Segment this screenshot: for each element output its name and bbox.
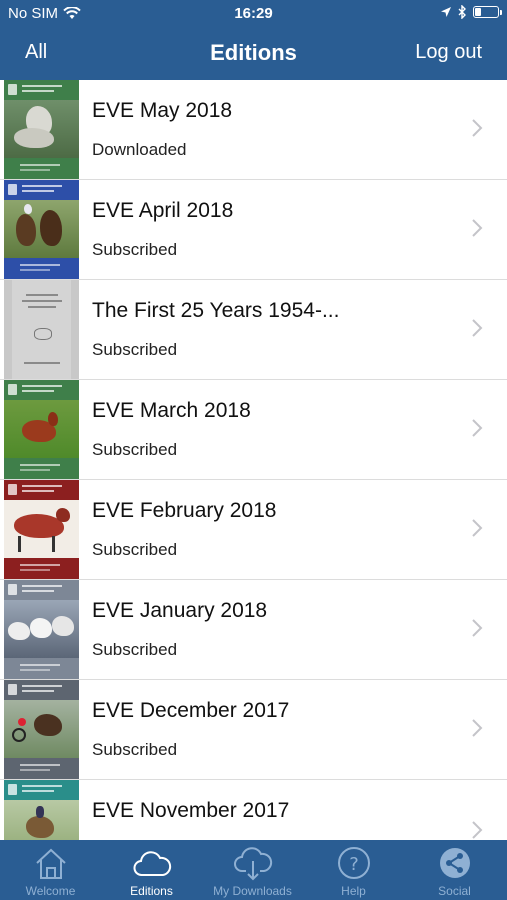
cover-thumbnail (4, 580, 79, 679)
nav-bar: All Editions Log out (0, 28, 507, 80)
edition-row[interactable]: EVE March 2018 Subscribed (0, 380, 507, 480)
edition-title: The First 25 Years 1954-... (92, 299, 340, 322)
edition-status: Downloaded (92, 140, 187, 159)
status-bar: No SIM 16:29 (0, 0, 507, 28)
edition-status: Subscribed (92, 440, 178, 459)
edition-row[interactable]: EVE April 2018 Subscribed (0, 180, 507, 280)
edition-title: EVE February 2018 (92, 499, 277, 522)
bluetooth-icon (458, 5, 466, 19)
help-icon: ? (337, 847, 370, 879)
chevron-right-icon (472, 419, 483, 437)
cover-thumbnail (4, 380, 79, 479)
cover-thumbnail (4, 680, 79, 779)
chevron-right-icon (472, 519, 483, 537)
edition-title: EVE March 2018 (92, 399, 251, 422)
edition-row[interactable]: EVE November 2017 (0, 780, 507, 840)
logout-button[interactable]: Log out (415, 41, 482, 64)
edition-status: Subscribed (92, 540, 178, 559)
edition-title: EVE November 2017 (92, 799, 290, 822)
edition-status: Subscribed (92, 640, 178, 659)
tab-my-downloads[interactable]: My Downloads (202, 840, 303, 900)
tab-bar: Welcome Editions My Downloads ? Help Soc… (0, 840, 507, 900)
chevron-right-icon (472, 719, 483, 737)
edition-title: EVE January 2018 (92, 599, 268, 622)
status-time: 16:29 (234, 5, 273, 22)
tab-label: Social (438, 884, 471, 898)
edition-row[interactable]: EVE February 2018 Subscribed (0, 480, 507, 580)
tab-social[interactable]: Social (404, 840, 505, 900)
edition-title: EVE May 2018 (92, 99, 233, 122)
edition-row[interactable]: EVE December 2017 Subscribed (0, 680, 507, 780)
editions-list[interactable]: EVE May 2018 Downloaded EVE April 2018 S… (0, 80, 507, 840)
tab-label: Help (341, 884, 366, 898)
edition-status: Subscribed (92, 340, 178, 359)
cover-thumbnail (4, 280, 79, 379)
cloud-download-icon (233, 847, 272, 881)
chevron-right-icon (472, 821, 483, 839)
tab-label: My Downloads (213, 884, 292, 898)
edition-row[interactable]: EVE January 2018 Subscribed (0, 580, 507, 680)
edition-status: Subscribed (92, 240, 178, 259)
edition-row[interactable]: The First 25 Years 1954-... Subscribed (0, 280, 507, 380)
edition-row[interactable]: EVE May 2018 Downloaded (0, 80, 507, 180)
edition-title: EVE April 2018 (92, 199, 234, 222)
tab-label: Editions (130, 884, 173, 898)
chevron-right-icon (472, 619, 483, 637)
svg-text:?: ? (349, 854, 359, 875)
battery-icon (473, 6, 502, 18)
location-arrow-icon (441, 7, 451, 17)
chevron-right-icon (472, 219, 483, 237)
cover-thumbnail (4, 180, 79, 279)
tab-welcome[interactable]: Welcome (0, 840, 101, 900)
cloud-icon (133, 851, 171, 876)
cover-thumbnail (4, 480, 79, 579)
cover-thumbnail (4, 80, 79, 179)
share-icon (439, 848, 470, 878)
tab-editions[interactable]: Editions (101, 840, 202, 900)
status-right (440, 5, 502, 19)
tab-help[interactable]: ? Help (303, 840, 404, 900)
tab-label: Welcome (25, 884, 76, 898)
edition-status: Subscribed (92, 740, 178, 759)
edition-title: EVE December 2017 (92, 699, 290, 722)
cover-thumbnail (4, 780, 79, 840)
chevron-right-icon (472, 119, 483, 137)
home-icon (35, 848, 66, 879)
chevron-right-icon (472, 319, 483, 337)
